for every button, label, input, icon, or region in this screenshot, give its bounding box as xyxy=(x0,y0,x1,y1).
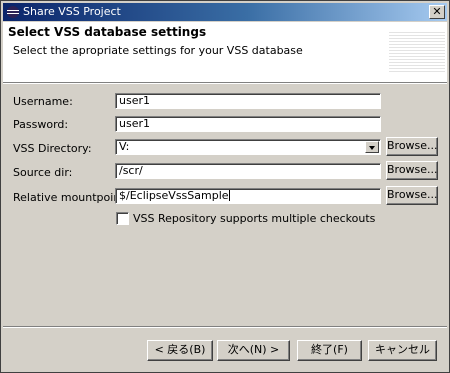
close-icon: ✕ xyxy=(432,5,442,18)
browse-vss-directory-button[interactable]: Browse... xyxy=(386,137,438,156)
multiple-checkouts-label[interactable]: VSS Repository supports multiple checkou… xyxy=(133,212,375,225)
source-dir-label: Source dir: xyxy=(13,166,73,179)
finish-button[interactable]: 終了(F) xyxy=(297,340,362,361)
window-title: Share VSS Project xyxy=(23,5,121,18)
relative-mountpoint-field[interactable]: $/EclipseVssSample xyxy=(115,188,381,204)
vss-directory-label: VSS Directory: xyxy=(13,142,92,155)
password-label: Password: xyxy=(13,118,69,131)
password-field[interactable]: user1 xyxy=(115,116,381,132)
source-dir-field[interactable]: /scr/ xyxy=(115,163,381,179)
browse-relative-mountpoint-button[interactable]: Browse... xyxy=(386,186,438,205)
header-banner-image xyxy=(389,32,445,72)
username-label: Username: xyxy=(13,95,73,108)
page-title: Select VSS database settings xyxy=(8,25,207,39)
page-description: Select the apropriate settings for your … xyxy=(13,44,303,57)
footer-divider xyxy=(3,326,447,328)
share-vss-project-dialog: Share VSS Project ✕ Select VSS database … xyxy=(0,0,450,373)
relative-mountpoint-label: Relative mountpoint: xyxy=(13,191,129,204)
vss-directory-combo[interactable]: V: xyxy=(115,139,381,155)
eclipse-icon xyxy=(7,6,19,18)
next-button[interactable]: 次へ(N) > xyxy=(217,340,290,361)
back-button[interactable]: < 戻る(B) xyxy=(147,340,213,361)
browse-source-dir-button[interactable]: Browse... xyxy=(386,161,438,180)
vss-directory-value: V: xyxy=(119,140,130,153)
relative-mountpoint-value: $/EclipseVssSample xyxy=(119,189,229,202)
header-divider xyxy=(3,83,447,84)
wizard-header: Select VSS database settings Select the … xyxy=(3,22,447,83)
title-bar[interactable]: Share VSS Project ✕ xyxy=(3,3,447,21)
username-field[interactable]: user1 xyxy=(115,93,381,109)
close-button[interactable]: ✕ xyxy=(429,5,445,19)
chevron-down-icon[interactable] xyxy=(365,141,379,153)
text-cursor xyxy=(228,190,230,201)
multiple-checkouts-checkbox[interactable] xyxy=(116,212,129,225)
cancel-button[interactable]: キャンセル xyxy=(368,340,437,361)
